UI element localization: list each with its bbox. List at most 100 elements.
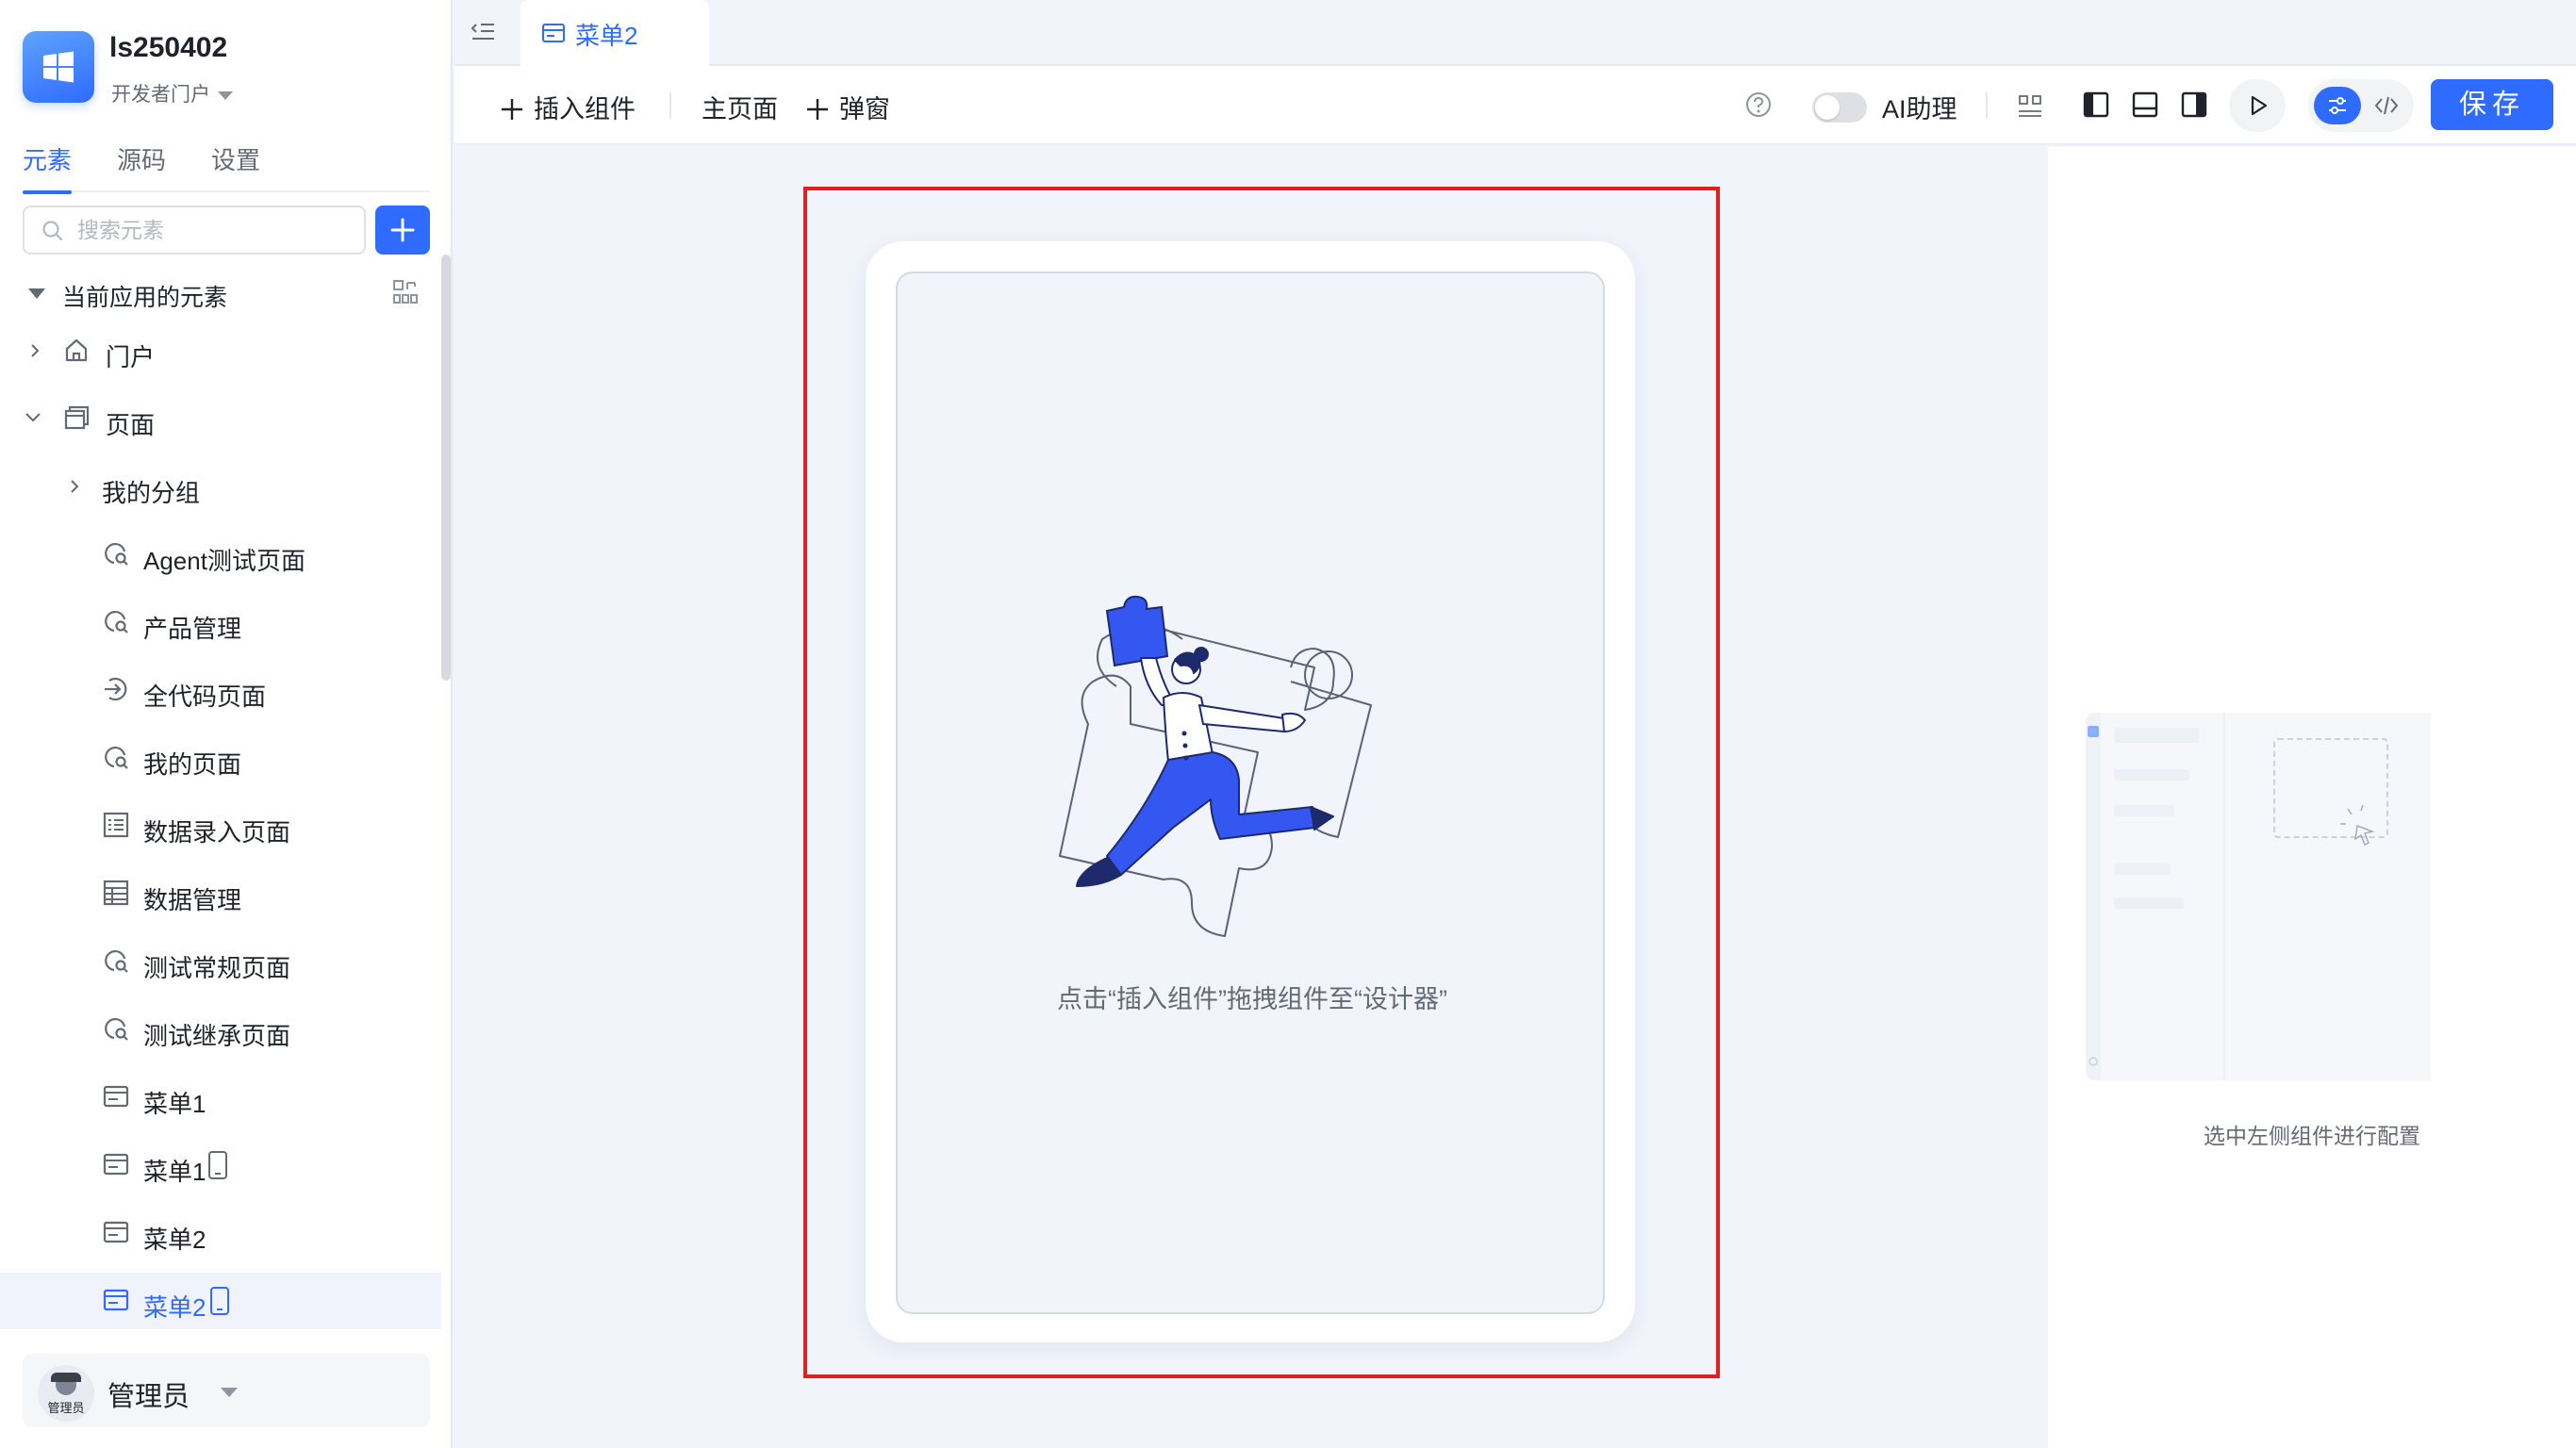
sidebar-scrollbar[interactable] (441, 255, 451, 681)
bottom-panel-icon[interactable] (2131, 90, 2159, 119)
config-placeholder-illustration (2086, 713, 2529, 1080)
settings-sliders-icon (2329, 97, 2346, 114)
tree-item-label: 数据录入页面 (143, 818, 291, 847)
menu-page-icon (103, 1153, 129, 1176)
collapse-sidebar-icon[interactable] (470, 19, 498, 45)
design-mode-button[interactable] (2314, 87, 2361, 124)
empty-hint: 点击“插入组件”拖拽组件至“设计器” (1057, 985, 1447, 1013)
divider (1986, 92, 1988, 119)
play-icon (2251, 95, 2268, 116)
tree-item-page[interactable]: 测试继承页面 (0, 1001, 441, 1058)
tab-settings[interactable]: 设置 (211, 143, 260, 192)
designer-canvas[interactable]: 点击“插入组件”拖拽组件至“设计器” (896, 272, 1605, 1314)
mobile-icon (208, 1151, 227, 1179)
user-name: 管理员 (107, 1382, 190, 1412)
tree-section-label: 当前应用的元素 (62, 285, 228, 311)
ai-assistant-label: AI助理 (1882, 95, 1957, 123)
plus-icon (807, 99, 828, 120)
chevron-right-icon[interactable] (28, 343, 41, 358)
home-icon (65, 338, 88, 362)
tree-item-page[interactable]: 数据管理 (0, 865, 441, 922)
page-search-icon (105, 611, 128, 634)
tree-item-page[interactable]: 产品管理 (0, 594, 441, 650)
layout-switch-icon[interactable] (392, 279, 419, 305)
tree-section-current-app[interactable]: 当前应用的元素 (23, 275, 419, 313)
tree-item-label: 我的分组 (102, 479, 201, 507)
tree-item-page[interactable]: 全代码页面 (0, 662, 441, 718)
mode-switch[interactable] (2308, 79, 2414, 132)
insert-component-button[interactable]: 插入组件 (500, 89, 636, 125)
left-panel-icon[interactable] (2082, 90, 2110, 119)
triangle-down-icon (28, 288, 45, 299)
popup-button[interactable]: 弹窗 (805, 89, 890, 125)
search-input[interactable] (77, 215, 351, 245)
tree-item-label: 菜单1 (143, 1158, 206, 1186)
tree-item-label: 门户 (106, 343, 156, 371)
app-logo-icon (23, 31, 94, 103)
tree-item-label: 全代码页面 (143, 683, 267, 711)
config-panel: 选中左侧组件进行配置 (2048, 147, 2576, 1448)
main-page-button[interactable]: 主页面 (702, 89, 778, 125)
pages-icon (64, 405, 90, 430)
tree-item-page[interactable]: 我的页面 (0, 730, 441, 786)
tab-label: 菜单2 (575, 22, 638, 50)
user-menu[interactable]: 管理员 管理员 (23, 1354, 430, 1427)
tree-item-page[interactable]: 测试常规页面 (0, 933, 441, 990)
width-icon[interactable] (2016, 92, 2044, 121)
help-icon[interactable] (1744, 90, 1773, 119)
right-panel-icon[interactable] (2180, 90, 2208, 119)
left-sidebar: ls250402 开发者门户 元素 源码 设置 当前应用的元素 (0, 0, 453, 1448)
tree-item-label: 测试继承页面 (143, 1022, 291, 1050)
avatar: 管理员 (38, 1365, 94, 1422)
tree-item-label: 页面 (106, 411, 156, 439)
page-search-icon (105, 950, 128, 973)
avatar-tag: 管理员 (47, 1401, 85, 1415)
ai-assistant-toggle[interactable] (1812, 92, 1867, 123)
menu-page-icon (103, 1221, 129, 1243)
device-frame: 点击“插入组件”拖拽组件至“设计器” (866, 241, 1635, 1342)
portal-selector[interactable]: 开发者门户 (111, 79, 233, 107)
config-hint: 选中左侧组件进行配置 (2204, 1124, 2420, 1148)
chevron-down-icon[interactable] (25, 411, 41, 424)
tree-item-pages[interactable]: 页面 (0, 390, 441, 447)
chevron-right-icon[interactable] (68, 479, 81, 494)
page-search-icon (105, 747, 128, 769)
empty-state-illustration (1059, 595, 1372, 937)
sidebar-tabs: 元素 源码 设置 (23, 143, 430, 194)
tab-bar: 菜单2 (454, 0, 2576, 66)
tree-item-my-group[interactable]: 我的分组 (0, 458, 441, 515)
table-page-icon (103, 880, 129, 906)
tree-item-label: Agent测试页面 (143, 547, 305, 575)
plus-icon (502, 99, 522, 120)
caret-down-icon (218, 90, 233, 100)
tree-item-page[interactable]: 菜单1 (0, 1137, 441, 1193)
popup-label: 弹窗 (839, 95, 890, 123)
code-page-icon (105, 677, 127, 701)
search-box (23, 206, 366, 255)
tree-item-portal[interactable]: 门户 (0, 322, 441, 379)
page-search-icon (105, 543, 128, 566)
tree-item-page[interactable]: 菜单2 (0, 1205, 441, 1261)
tree-item-label: 数据管理 (143, 886, 242, 914)
add-element-button[interactable] (375, 206, 430, 255)
preview-button[interactable] (2229, 79, 2286, 132)
tree-item-page[interactable]: Agent测试页面 (0, 526, 441, 583)
tree-item-label: 菜单1 (143, 1090, 206, 1118)
menu-page-icon (103, 1085, 129, 1108)
tree-item-label: 测试常规页面 (143, 954, 291, 982)
toolbar: 插入组件 主页面 弹窗 AI助理 保存 (454, 66, 2576, 145)
insert-component-label: 插入组件 (534, 95, 636, 123)
app-name: ls250402 (109, 32, 228, 63)
tab-menu2[interactable]: 菜单2 (520, 0, 709, 66)
tab-elements[interactable]: 元素 (23, 143, 73, 194)
save-button[interactable]: 保存 (2431, 79, 2553, 130)
portal-label: 开发者门户 (111, 84, 210, 106)
tree-item-page-selected[interactable]: 菜单2 (0, 1273, 441, 1329)
tab-source[interactable]: 源码 (117, 143, 166, 192)
tree-item-page[interactable]: 数据录入页面 (0, 798, 441, 854)
code-icon[interactable] (2374, 94, 2399, 117)
plus-icon (390, 218, 415, 242)
tree-item-label: 菜单2 (143, 1293, 206, 1322)
tree-item-page[interactable]: 菜单1 (0, 1069, 441, 1126)
divider (669, 92, 671, 119)
